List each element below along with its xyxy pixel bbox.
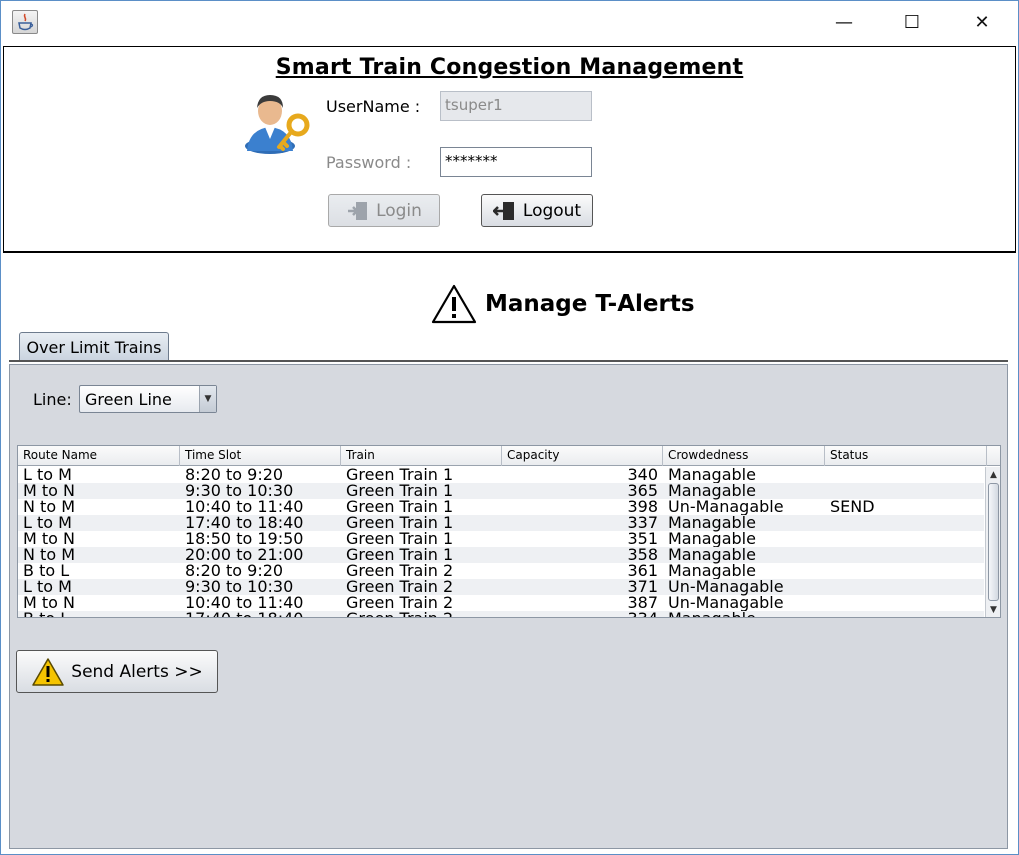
user-key-icon bbox=[243, 87, 311, 155]
column-header-status[interactable]: Status bbox=[825, 446, 987, 466]
minimize-icon: — bbox=[835, 11, 853, 33]
username-field[interactable]: tsuper1 bbox=[440, 91, 592, 121]
column-header-capacity[interactable]: Capacity bbox=[502, 446, 663, 466]
warning-icon bbox=[431, 284, 477, 324]
cell-status bbox=[825, 594, 984, 611]
login-panel: Smart Train Congestion Management UserNa… bbox=[3, 46, 1016, 253]
cell-capacity: 334 bbox=[502, 610, 663, 617]
cell-route: B to L bbox=[18, 610, 180, 617]
table-body: L to M 8:20 to 9:20 Green Train 1 340 Managa… bbox=[18, 467, 984, 617]
table-row[interactable]: M to N 18:50 to 19:50 Green Train 1 351 Mana… bbox=[18, 530, 984, 547]
scroll-down-icon[interactable]: ▼ bbox=[986, 603, 1000, 617]
close-button[interactable]: ✕ bbox=[947, 2, 1017, 42]
chevron-down-icon[interactable]: ▼ bbox=[199, 386, 216, 412]
table-scrollbar[interactable]: ▲ ▼ bbox=[985, 467, 1000, 617]
logout-icon bbox=[492, 201, 514, 220]
java-app-icon bbox=[12, 10, 38, 34]
close-icon: ✕ bbox=[974, 11, 990, 33]
title-bar: — ☐ ✕ bbox=[1, 1, 1017, 43]
column-header-route[interactable]: Route Name bbox=[18, 446, 180, 466]
over-limit-table: Route Name Time Slot Train Capacity Crow… bbox=[17, 445, 1001, 618]
cell-status: SEND bbox=[830, 497, 875, 516]
cell-status bbox=[825, 610, 984, 617]
logout-button[interactable]: Logout bbox=[481, 194, 593, 227]
logout-label: Logout bbox=[522, 200, 582, 221]
table-header: Route Name Time Slot Train Capacity Crow… bbox=[18, 446, 1000, 466]
cell-status bbox=[825, 514, 984, 531]
tab-over-limit-trains[interactable]: Over Limit Trains bbox=[19, 332, 169, 361]
send-alerts-button[interactable]: Send Alerts >> bbox=[16, 650, 218, 693]
username-label: UserName : bbox=[326, 97, 421, 116]
table-row[interactable]: L to M 17:40 to 18:40 Green Train 1 337 Mana… bbox=[18, 514, 984, 531]
cell-crowdedness: Managable bbox=[663, 610, 825, 617]
login-icon bbox=[348, 201, 368, 220]
table-row[interactable]: M to N 10:40 to 11:40 Green Train 2 387 Un-M… bbox=[18, 594, 984, 611]
cell-status bbox=[825, 530, 984, 547]
table-row[interactable]: L to M 8:20 to 9:20 Green Train 1 340 Managa… bbox=[18, 467, 984, 483]
table-row[interactable]: B to L 8:20 to 9:20 Green Train 2 361 Managa… bbox=[18, 562, 984, 579]
cell-train: Green Train 2 bbox=[341, 610, 502, 617]
tab-label: Over Limit Trains bbox=[26, 337, 162, 357]
cell-status bbox=[825, 546, 984, 563]
send-alerts-label: Send Alerts >> bbox=[71, 661, 203, 682]
line-select[interactable]: Green Line ▼ bbox=[79, 385, 217, 413]
section-title: Manage T-Alerts bbox=[431, 284, 695, 324]
line-label: Line: bbox=[33, 390, 72, 409]
table-row[interactable]: N to M 20:00 to 21:00 Green Train 1 358 Mana… bbox=[18, 546, 984, 563]
maximize-icon: ☐ bbox=[903, 11, 921, 33]
app-title: Smart Train Congestion Management bbox=[275, 55, 744, 80]
login-label: Login bbox=[376, 200, 422, 221]
table-row[interactable]: B to L17:40 to 18:40Green Train 2334Mana… bbox=[18, 610, 984, 617]
password-field[interactable]: ******* bbox=[440, 147, 592, 177]
password-label: Password : bbox=[326, 153, 412, 172]
cell-status bbox=[825, 467, 984, 483]
login-button[interactable]: Login bbox=[328, 194, 440, 227]
column-header-train[interactable]: Train bbox=[341, 446, 502, 466]
column-header-time-slot[interactable]: Time Slot bbox=[180, 446, 341, 466]
line-select-value: Green Line bbox=[85, 390, 172, 409]
minimize-button[interactable]: — bbox=[809, 2, 879, 42]
cell-status bbox=[825, 578, 984, 595]
scroll-thumb[interactable] bbox=[988, 483, 999, 601]
tab-divider bbox=[9, 360, 1008, 362]
table-row[interactable]: L to M 9:30 to 10:30 Green Train 2 371 Un-Ma… bbox=[18, 578, 984, 595]
warning-icon bbox=[32, 657, 65, 686]
maximize-button[interactable]: ☐ bbox=[877, 2, 947, 42]
cell-time-slot: 17:40 to 18:40 bbox=[180, 610, 341, 617]
column-header-crowdedness[interactable]: Crowdedness bbox=[663, 446, 825, 466]
cell-status bbox=[825, 562, 984, 579]
table-row[interactable]: N to M 10:40 to 11:40 Green Train 1 398 Un-M… bbox=[18, 497, 984, 516]
scroll-up-icon[interactable]: ▲ bbox=[986, 468, 1000, 482]
section-title-text: Manage T-Alerts bbox=[485, 291, 695, 317]
